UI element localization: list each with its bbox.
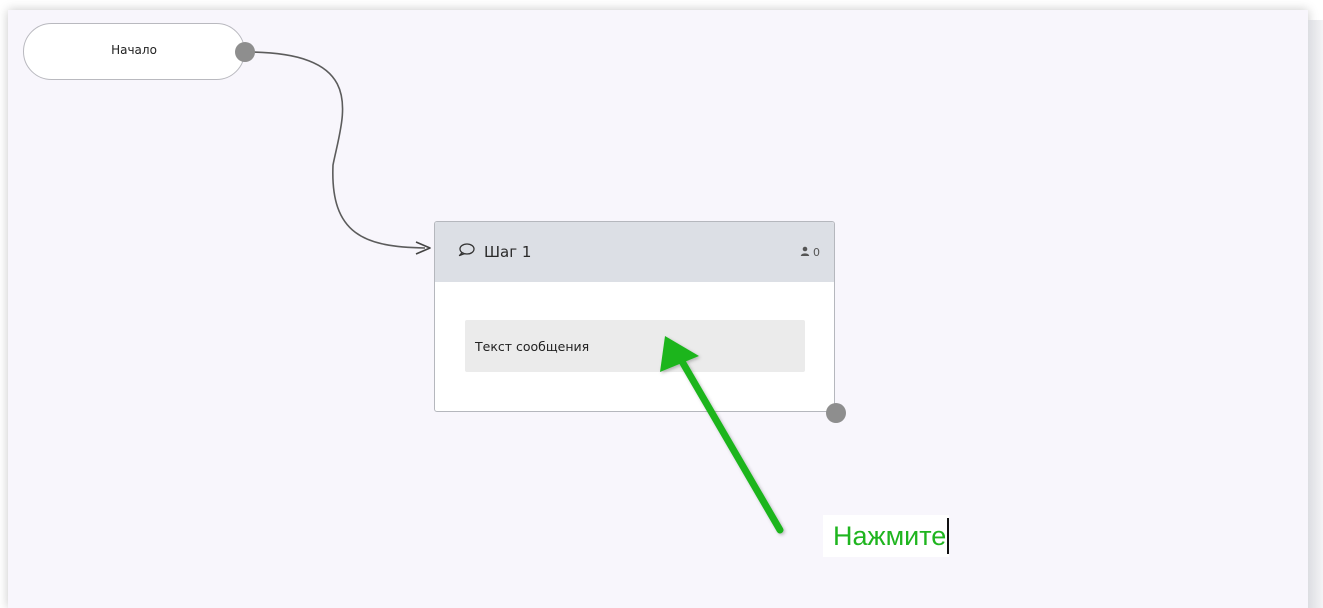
step-node-header[interactable]: Шаг 1 0 [435, 222, 834, 282]
message-text: Текст сообщения [475, 338, 590, 354]
text-caret [947, 518, 950, 554]
annotation-label: Нажмите [823, 515, 950, 557]
step-node-output-port[interactable] [826, 403, 846, 423]
annotation-text: Нажмите [833, 520, 947, 551]
message-text-block[interactable]: Текст сообщения [465, 320, 805, 372]
subscriber-count: 0 [800, 246, 820, 259]
start-node-output-port[interactable] [235, 42, 255, 62]
canvas-edge-strip [1308, 20, 1323, 608]
step-node-title: Шаг 1 [484, 243, 532, 261]
user-icon [800, 246, 810, 259]
subscriber-count-value: 0 [813, 245, 820, 259]
start-node[interactable]: Начало [23, 23, 245, 80]
step-node[interactable]: Шаг 1 0 Текст сообщения [434, 221, 835, 412]
speech-bubble-icon [457, 242, 475, 262]
start-node-label: Начало [111, 42, 157, 57]
